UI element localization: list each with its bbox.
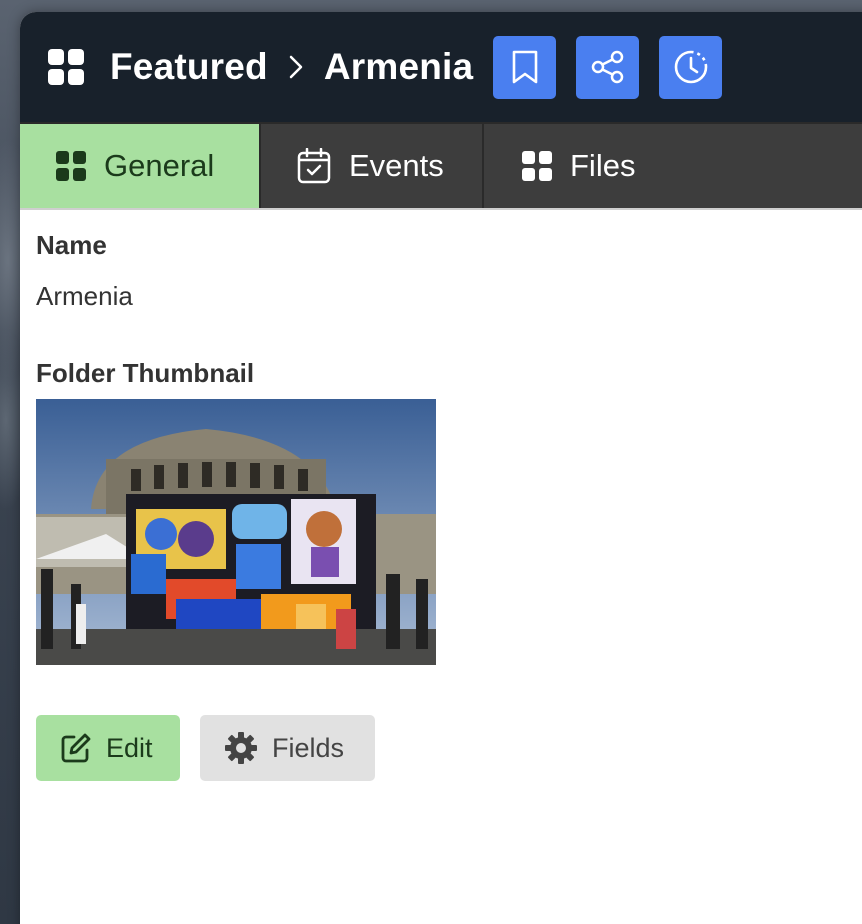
grid-icon [56,151,86,181]
tab-events[interactable]: Events [261,124,484,208]
share-button[interactable] [576,35,640,99]
folder-panel: Featured Armenia General Events Files Na… [20,12,862,924]
fields-label: Fields [272,732,345,763]
tab-general[interactable]: General [20,124,261,208]
calendar-icon [297,148,331,184]
breadcrumb: Featured Armenia [110,46,473,88]
header-bar: Featured Armenia [20,12,862,122]
bookmark-icon [512,50,538,84]
chevron-right-icon [278,49,314,85]
edit-button[interactable]: Edit [36,715,180,781]
name-value: Armenia [36,281,133,311]
edit-icon [60,732,92,764]
tab-label: General [104,148,215,183]
general-content: Name Armenia Folder Thumbnail Edit Field… [20,210,862,781]
thumbnail-label: Folder Thumbnail [36,358,255,388]
history-icon [674,50,708,84]
tab-bar: General Events Files [20,122,862,210]
grid-icon [522,151,552,181]
tab-label: Files [570,148,636,183]
tab-files[interactable]: Files [484,124,669,208]
share-icon [591,50,624,84]
fields-button[interactable]: Fields [200,715,375,781]
edit-label: Edit [106,732,153,763]
folder-thumbnail-image[interactable] [36,399,436,665]
breadcrumb-item-current: Armenia [323,46,474,87]
action-bar: Edit Fields [36,715,862,781]
tab-label: Events [349,148,444,183]
gear-icon [224,731,258,765]
breadcrumb-item-featured[interactable]: Featured [110,46,268,88]
bookmark-button[interactable] [493,35,557,99]
history-button[interactable] [659,35,723,99]
apps-grid-icon[interactable] [48,49,84,85]
name-label: Name [36,230,107,260]
